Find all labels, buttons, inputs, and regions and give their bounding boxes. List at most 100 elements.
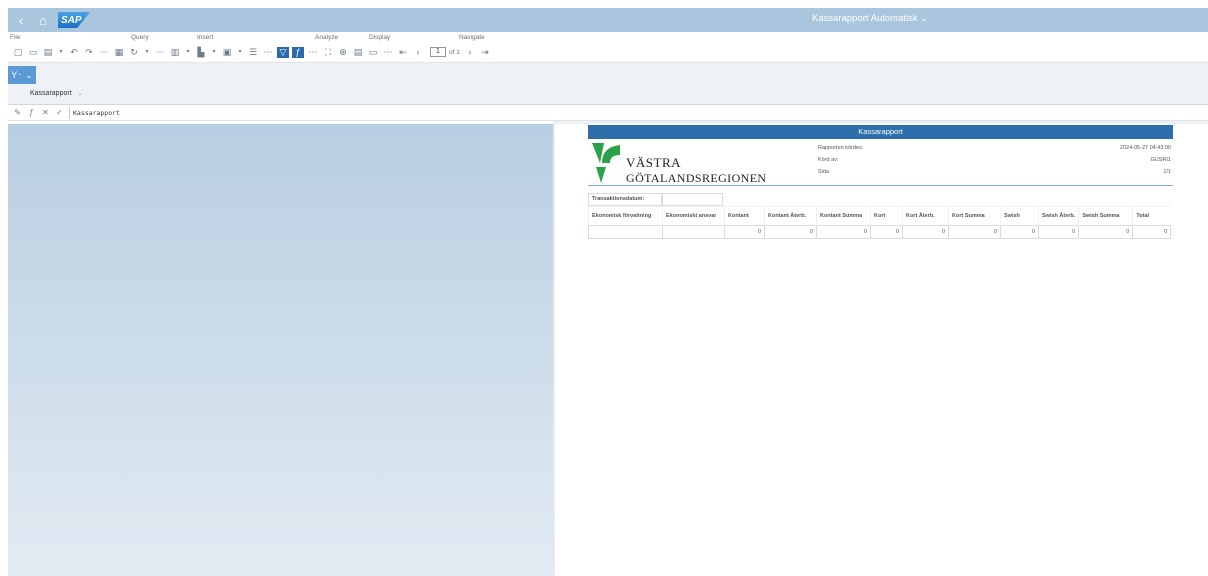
logo-text-line1: VÄSTRA (626, 155, 682, 170)
report-header-area: VÄSTRA GÖTALANDSREGIONEN Rapporten körde… (588, 139, 1173, 186)
list-icon[interactable]: ☰ (247, 47, 259, 57)
undo-icon[interactable]: ↶ (68, 47, 80, 57)
save-icon[interactable]: ▤ (42, 47, 54, 57)
report: Kassarapport VÄSTRA GÖTALANDSREGIONEN Ra… (588, 125, 1173, 239)
table-header-row: Ekonomisk förvaltning Ekonomiskt ansvar Ko… (588, 206, 1171, 226)
sap-logo[interactable]: SAP (58, 12, 90, 28)
column-header: Kontant Summa (816, 206, 871, 226)
toolbar: File Query Insert Analyze Display Naviga… (8, 32, 1208, 63)
zoom-icon[interactable]: ⊕ (337, 47, 349, 57)
column-header: Kontant (724, 206, 765, 226)
insert-chart-icon[interactable]: ▙ (195, 47, 207, 57)
column-header: Swish Återb. (1037, 206, 1079, 226)
table-row: 0000000000 (588, 225, 1172, 239)
refresh-icon[interactable]: ↻ (128, 47, 140, 57)
logo-text-line2: GÖTALANDSREGIONEN (626, 171, 767, 185)
table-cell[interactable]: 0 (902, 225, 949, 239)
more-icon[interactable]: ⋯ (98, 47, 110, 57)
report-title: Kassarapport (588, 125, 1173, 139)
chevron-down-icon[interactable]: ▾ (236, 47, 244, 57)
meta-label-run: Rapporten kördes: (818, 145, 864, 151)
insert-grid-icon[interactable]: ▣ (221, 47, 233, 57)
toolbar-group-display: Display (369, 34, 391, 41)
table-cell[interactable]: 0 (816, 225, 871, 239)
vgr-logo-mark (592, 143, 620, 183)
transaction-date-value (662, 193, 723, 206)
new-icon[interactable]: ▢ (12, 47, 24, 57)
column-header: Swish (1000, 206, 1039, 226)
meta-value-user: GUSRI1 (1150, 157, 1171, 163)
panel-icon[interactable]: ▭ (367, 47, 379, 57)
layout-icon[interactable]: ▤ (352, 47, 364, 57)
page-number-input[interactable]: 1 (430, 47, 446, 57)
table-cell[interactable]: 0 (1132, 225, 1172, 239)
more-icon[interactable]: ⋯ (154, 47, 166, 57)
table-cell[interactable]: 0 (1078, 225, 1134, 239)
table-cell[interactable] (588, 225, 663, 239)
table-cell[interactable]: 0 (764, 225, 817, 239)
meta-value-run: 2024-05-27 04:43:00 (1119, 145, 1171, 151)
cancel-icon[interactable]: ✕ (41, 108, 50, 117)
chevron-down-icon[interactable]: ▾ (143, 47, 151, 57)
redo-icon[interactable]: ↷ (83, 47, 95, 57)
sheet-tabbar: Kassarapport ⌄ (8, 87, 1208, 105)
left-panel (8, 124, 553, 576)
insert-table-icon[interactable]: ▥ (169, 47, 181, 57)
more-icon[interactable]: ⋯ (382, 47, 394, 57)
more-icon[interactable]: ⋯ (262, 47, 274, 57)
toolbar-group-insert: Insert (197, 34, 214, 41)
edit-icon[interactable]: ✎ (13, 108, 22, 117)
table-cell[interactable]: 0 (1037, 225, 1080, 239)
toolbar-group-query: Query (131, 34, 149, 41)
open-icon[interactable]: ▭ (27, 47, 39, 57)
app-title[interactable]: Kassarapport Automatisk ⌄ (812, 13, 928, 24)
meta-label-page: Sida (818, 169, 830, 175)
toolbar-group-file: File (10, 34, 21, 41)
splitter-handle[interactable] (553, 124, 555, 576)
fit-icon[interactable]: ⛶ (322, 47, 334, 57)
toolbar-group-analyze: Analyze (315, 34, 339, 41)
formula-icon[interactable]: ƒ (292, 46, 304, 58)
column-header: Total (1132, 206, 1171, 226)
back-icon[interactable]: ‹ (12, 11, 30, 29)
table-cell[interactable] (662, 225, 725, 239)
chevron-down-icon[interactable]: ▾ (184, 47, 192, 57)
filter-bar: Y᛫ ⌄ (8, 63, 1208, 87)
chevron-down-icon[interactable]: ⌄ (78, 91, 83, 97)
table-cell[interactable]: 0 (870, 225, 903, 239)
query-icon[interactable]: ▦ (113, 47, 125, 57)
table-cell[interactable]: 0 (724, 225, 765, 239)
column-header: Kort Summa (948, 206, 1001, 226)
meta-value-page: 1/1 (1163, 169, 1171, 175)
vgr-logo: VÄSTRA GÖTALANDSREGIONEN (590, 141, 790, 185)
column-header: Swish Summa (1078, 206, 1133, 226)
column-header: Ekonomiskt ansvar (662, 206, 725, 226)
home-icon[interactable]: ⌂ (34, 11, 52, 29)
formula-input[interactable]: Kassarapport (69, 106, 1198, 119)
meta-label-user: Körd av: (818, 157, 839, 163)
toolbar-group-navigate: Navigate (459, 34, 485, 41)
panel-divider (553, 121, 1208, 124)
chevron-down-icon: ⌄ (920, 13, 929, 24)
more-icon[interactable]: ⋯ (307, 47, 319, 57)
shell-bar: ‹ ⌂ SAP Kassarapport Automatisk ⌄ (8, 8, 1208, 32)
next-page-icon[interactable]: › (464, 47, 476, 57)
column-header: Kort Återb. (902, 206, 949, 226)
toolbar-icons: ▢ ▭ ▤ ▾ ↶ ↷ ⋯ ▦ ↻ ▾ ⋯ ▥ ▾ ▙ ▾ ▣ ▾ ☰ ⋯ ▽ … (12, 46, 494, 58)
formula-bar: ✎ ƒ ✕ ✓ Kassarapport (8, 105, 1208, 121)
filter-button[interactable]: Y᛫ ⌄ (8, 66, 36, 84)
last-page-icon[interactable]: ⇥ (479, 47, 491, 57)
table-cell[interactable]: 0 (1000, 225, 1039, 239)
first-page-icon[interactable]: ⇤ (397, 47, 409, 57)
table-cell[interactable]: 0 (948, 225, 1001, 239)
column-header: Kort (870, 206, 903, 226)
transaction-date-label: Transaktionsdatum: (588, 193, 662, 206)
chevron-down-icon[interactable]: ▾ (57, 47, 65, 57)
previous-page-icon[interactable]: ‹ (412, 47, 424, 57)
tab-kassarapport[interactable]: Kassarapport ⌄ (30, 90, 83, 97)
page-count-label: of 1 (449, 48, 460, 56)
formula-icon[interactable]: ƒ (27, 108, 36, 117)
confirm-icon[interactable]: ✓ (55, 108, 64, 117)
chevron-down-icon[interactable]: ▾ (210, 47, 218, 57)
filter-icon[interactable]: ▽ (277, 46, 289, 58)
